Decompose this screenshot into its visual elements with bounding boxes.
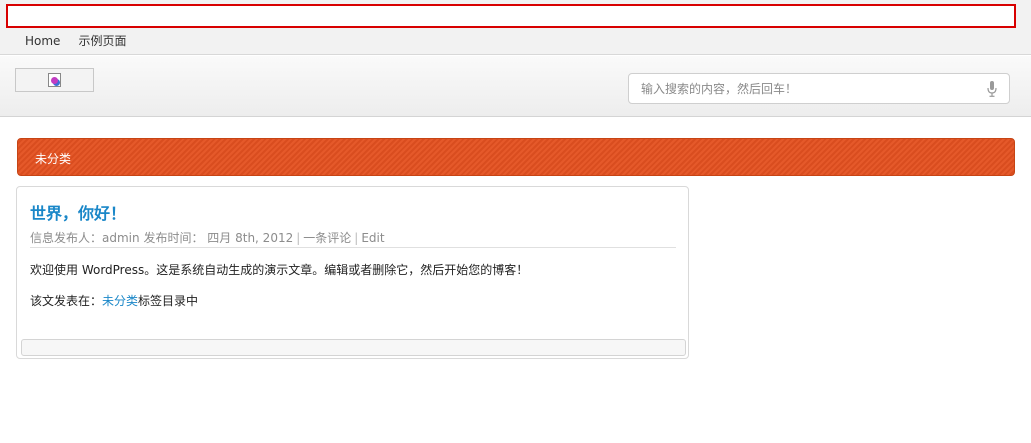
edit-link[interactable]: Edit xyxy=(361,231,384,245)
category-title: 未分类 xyxy=(35,152,72,166)
post-author[interactable]: admin xyxy=(102,231,140,245)
category-link[interactable]: 未分类 xyxy=(102,294,138,308)
meta-separator: | xyxy=(296,231,301,245)
post-date: 四月 8th, 2012 xyxy=(207,231,294,245)
meta-separator: | xyxy=(354,231,359,245)
post-footer: 该文发表在：未分类标签目录中 xyxy=(30,292,198,309)
microphone-icon[interactable] xyxy=(987,81,997,97)
post-bottom-bar xyxy=(21,339,686,356)
category-header-bar: 未分类 xyxy=(17,138,1015,176)
post-content: 欢迎使用 WordPress。这是系统自动生成的演示文章。编辑或者删除它，然后开… xyxy=(30,263,529,277)
post-card: 世界，你好！ 信息发布人：admin 发布时间： 四月 8th, 2012 | 一条… xyxy=(16,186,689,359)
top-navigation: Home 示例页面 xyxy=(16,30,135,52)
footer-suffix: 标签目录中 xyxy=(138,294,199,308)
date-label: 发布时间： xyxy=(143,231,204,245)
post-title[interactable]: 世界，你好！ xyxy=(30,200,126,224)
site-logo[interactable] xyxy=(15,68,94,92)
site-header xyxy=(0,56,1031,117)
post-meta: 信息发布人：admin 发布时间： 四月 8th, 2012 | 一条评论 | Edit xyxy=(30,229,676,248)
nav-link-sample-page[interactable]: 示例页面 xyxy=(69,30,135,52)
footer-prefix: 该文发表在： xyxy=(30,294,103,308)
highlighted-address-bar[interactable] xyxy=(6,4,1016,28)
author-label: 信息发布人： xyxy=(30,231,103,245)
search-input[interactable] xyxy=(629,74,969,103)
top-bar: Home 示例页面 xyxy=(0,0,1031,55)
comments-link[interactable]: 一条评论 xyxy=(303,229,351,246)
nav-link-home[interactable]: Home xyxy=(16,30,69,52)
broken-image-icon xyxy=(48,73,61,87)
search-box xyxy=(628,73,1010,104)
